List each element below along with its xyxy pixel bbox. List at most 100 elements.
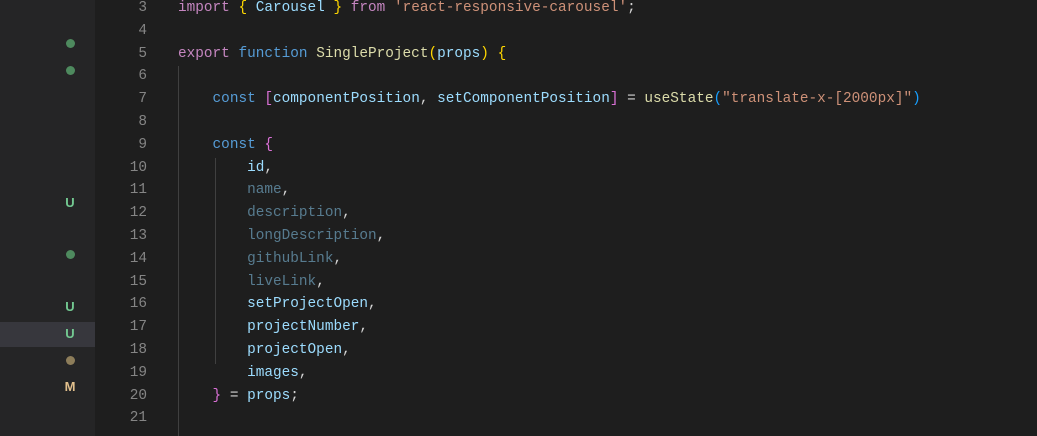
code-token: function xyxy=(238,45,317,62)
code-token: SingleProject xyxy=(316,45,429,62)
line-number: 5 xyxy=(138,45,147,62)
code-token: , xyxy=(316,273,325,290)
code-line[interactable]: images, xyxy=(178,362,308,385)
code-token: , xyxy=(264,159,274,176)
code-token: import xyxy=(178,0,239,16)
code-token: setComponentPosition xyxy=(437,91,610,108)
line-number: 18 xyxy=(129,342,147,358)
code-token: , xyxy=(342,205,351,222)
line-number: 4 xyxy=(138,22,147,39)
code-token: Carousel xyxy=(255,0,325,16)
code-token: ( xyxy=(713,91,723,108)
code-line[interactable]: liveLink, xyxy=(178,271,325,294)
code-token: images xyxy=(247,364,299,381)
line-number: 3 xyxy=(138,0,147,16)
code-token: , xyxy=(333,250,343,267)
code-token: , xyxy=(298,364,308,381)
code-token: , xyxy=(376,228,386,244)
code-token: ; xyxy=(627,0,636,16)
code-token: ; xyxy=(290,387,299,404)
line-number: 6 xyxy=(138,68,147,85)
code-token: from xyxy=(342,0,394,16)
code-token: { xyxy=(497,45,507,62)
code-line[interactable]: const { xyxy=(178,134,273,157)
code-token: longDescription xyxy=(247,228,377,244)
code-line[interactable]: setProjectOpen, xyxy=(178,293,377,316)
code-token: componentPosition xyxy=(273,91,420,108)
git-status-badge: U xyxy=(65,299,75,314)
code-token: projectOpen xyxy=(247,342,343,358)
code-token: "translate-x-[2000px]" xyxy=(722,91,913,108)
code-token: description xyxy=(247,205,343,222)
line-number: 21 xyxy=(129,410,147,427)
code-line[interactable]: projectOpen, xyxy=(178,339,351,362)
code-line[interactable]: githubLink, xyxy=(178,248,342,271)
code-token: , xyxy=(281,182,291,199)
line-number: 19 xyxy=(129,364,147,381)
line-number: 7 xyxy=(138,91,147,108)
code-token: { xyxy=(264,136,274,153)
code-line[interactable]: export function SingleProject(props) { xyxy=(178,43,506,66)
code-token: name xyxy=(247,182,282,199)
line-number: 15 xyxy=(129,273,147,290)
line-number: 13 xyxy=(129,228,147,244)
code-token: projectNumber xyxy=(247,319,360,336)
line-number: 9 xyxy=(138,136,147,153)
code-line[interactable]: name, xyxy=(178,179,290,202)
code-line[interactable]: longDescription, xyxy=(178,225,385,248)
git-status-dot-icon xyxy=(66,356,75,365)
code-token: , xyxy=(368,296,377,313)
code-token: = xyxy=(618,91,645,108)
git-status-badge: U xyxy=(65,195,75,210)
code-token: setProjectOpen xyxy=(247,296,368,313)
git-status-dot-icon xyxy=(66,250,75,259)
line-number: 16 xyxy=(129,296,147,313)
line-number: 20 xyxy=(129,387,147,404)
code-token: } xyxy=(212,387,222,404)
code-line[interactable]: description, xyxy=(178,202,351,225)
code-line[interactable]: const [componentPosition, setComponentPo… xyxy=(178,88,921,111)
code-token: = xyxy=(221,387,248,404)
git-status-badge: M xyxy=(64,379,76,394)
code-token: export xyxy=(178,45,239,62)
code-token: , xyxy=(419,91,438,108)
code-token: ) xyxy=(480,45,489,62)
code-token: const xyxy=(212,136,265,153)
code-token: , xyxy=(342,342,351,358)
explorer-panel: UUUM xyxy=(0,0,95,436)
code-token: ) xyxy=(912,91,921,108)
code-line[interactable]: id, xyxy=(178,157,273,180)
code-token: githubLink xyxy=(247,250,334,267)
code-token: id xyxy=(247,159,265,176)
git-status-badge: U xyxy=(65,326,75,341)
code-line[interactable]: import { Carousel } from 'react-responsi… xyxy=(178,0,636,20)
code-token: liveLink xyxy=(247,273,317,290)
line-number: 11 xyxy=(129,182,147,199)
code-line[interactable]: projectNumber, xyxy=(178,316,368,339)
code-token: ( xyxy=(428,45,438,62)
git-status-dot-icon xyxy=(66,39,75,48)
code-token: } xyxy=(324,0,343,16)
git-status-dot-icon xyxy=(66,66,75,75)
code-token: useState xyxy=(644,91,714,108)
code-token: props xyxy=(437,45,481,62)
code-token: { xyxy=(238,0,256,16)
code-token: [ xyxy=(264,91,274,108)
line-number: 17 xyxy=(129,319,147,336)
code-token: const xyxy=(212,91,265,108)
selected-file-row[interactable] xyxy=(0,322,95,347)
code-line[interactable]: } = props; xyxy=(178,385,299,408)
